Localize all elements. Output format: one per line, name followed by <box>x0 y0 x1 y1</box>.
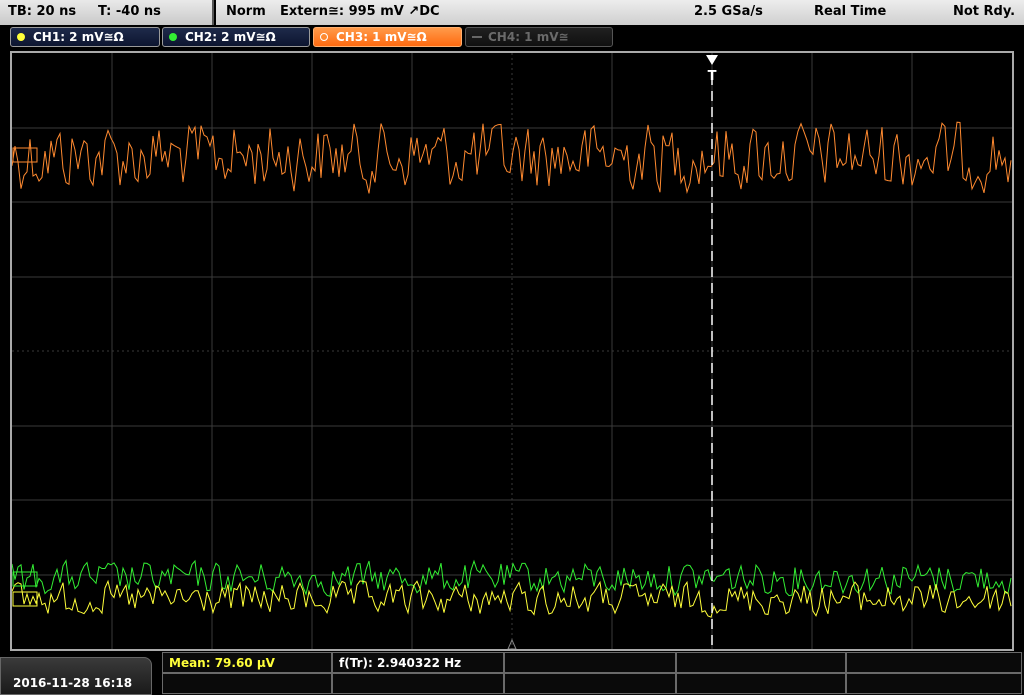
status-bar: TB: 20 ns T: -40 ns Norm Extern≅: 995 mV… <box>0 0 1024 25</box>
measurement-cell-empty-4[interactable] <box>162 673 332 694</box>
trigger-source: Extern≅: 995 mV ↗DC <box>280 4 440 19</box>
ch4-off-icon <box>472 36 482 38</box>
bottom-bar: 2016-11-28 16:18 Mean: 79.60 µV f(Tr): 2… <box>0 652 1024 695</box>
trigger-marker-label: T <box>708 69 717 84</box>
measurement-cell-empty-6[interactable] <box>504 673 676 694</box>
freq-measurement: f(Tr): 2.940322 Hz <box>339 656 462 670</box>
measurement-cell-mean[interactable]: Mean: 79.60 µV <box>162 652 332 673</box>
ch4-label: CH4: 1 mV≅ <box>488 30 569 44</box>
timebase-readout: TB: 20 ns <box>8 4 77 19</box>
mean-measurement: Mean: 79.60 µV <box>169 656 275 670</box>
measurement-panel: Mean: 79.60 µV f(Tr): 2.940322 Hz <box>162 652 1024 695</box>
waveform-display[interactable]: T <box>10 51 1014 651</box>
trigger-time-readout: T: -40 ns <box>98 4 161 19</box>
trigger-mode: Norm <box>226 4 266 19</box>
channel-tabs: CH1: 2 mV≅Ω CH2: 2 mV≅Ω CH3: 1 mV≅Ω CH4:… <box>0 26 1024 48</box>
measurement-cell-empty-7[interactable] <box>676 673 846 694</box>
ch3-label: CH3: 1 mV≅Ω <box>336 30 427 44</box>
timebase-panel[interactable]: TB: 20 ns T: -40 ns <box>0 0 214 25</box>
ch1-color-dot <box>17 33 25 41</box>
measurement-cell-empty-1[interactable] <box>504 652 676 673</box>
measurement-cell-empty-8[interactable] <box>846 673 1022 694</box>
trigger-arrow-icon[interactable] <box>706 55 718 65</box>
measurement-cell-empty-3[interactable] <box>846 652 1022 673</box>
ch3-color-dot <box>320 33 328 41</box>
graticule <box>12 53 1012 649</box>
ch1-label: CH1: 2 mV≅Ω <box>33 30 124 44</box>
ch2-label: CH2: 2 mV≅Ω <box>185 30 276 44</box>
measurement-cell-freq[interactable]: f(Tr): 2.940322 Hz <box>332 652 504 673</box>
date-time-display[interactable]: 2016-11-28 16:18 <box>0 657 152 695</box>
ch2-color-dot <box>169 33 177 41</box>
ch3-waveform <box>12 121 1012 194</box>
acquisition-mode: Real Time <box>814 4 887 19</box>
channel-tab-ch2[interactable]: CH2: 2 mV≅Ω <box>162 27 310 47</box>
channel-tab-ch1[interactable]: CH1: 2 mV≅Ω <box>10 27 160 47</box>
channel-tab-ch4[interactable]: CH4: 1 mV≅ <box>465 27 613 47</box>
acquisition-state: Not Rdy. <box>953 4 1016 19</box>
waveform-svg: T <box>12 53 1012 649</box>
sample-rate: 2.5 GSa/s <box>694 4 763 19</box>
trigger-panel[interactable]: Norm Extern≅: 995 mV ↗DC 2.5 GSa/s Real … <box>216 0 1024 25</box>
channel-tab-ch3[interactable]: CH3: 1 mV≅Ω <box>313 27 462 47</box>
ch1-waveform <box>12 579 1012 618</box>
date-time-text: 2016-11-28 16:18 <box>13 676 133 690</box>
measurement-cell-empty-2[interactable] <box>676 652 846 673</box>
measurement-cell-empty-5[interactable] <box>332 673 504 694</box>
